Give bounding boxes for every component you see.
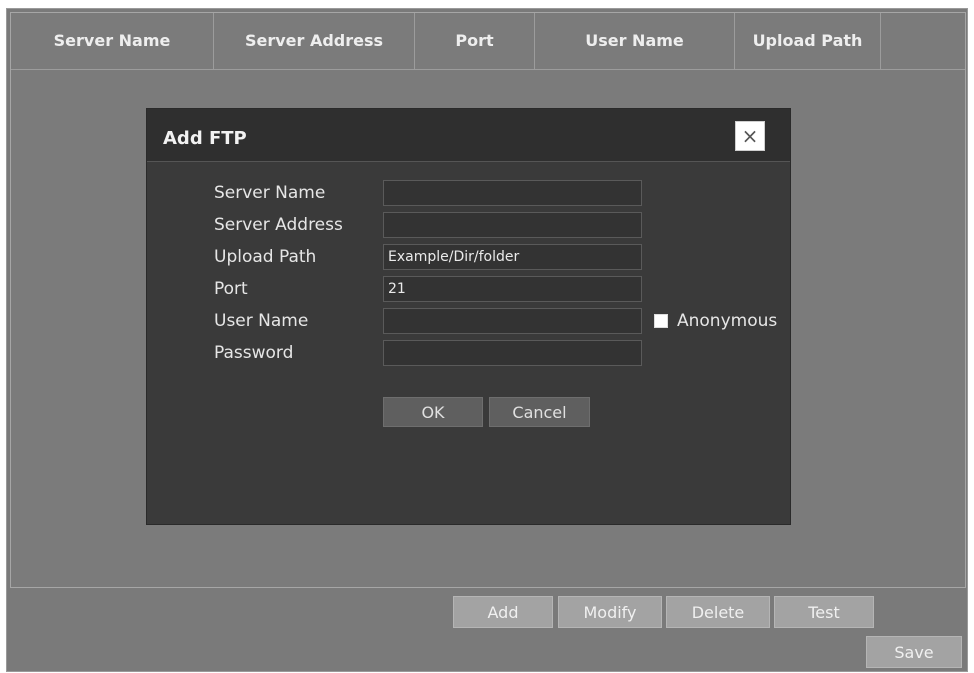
column-header-server-name: Server Name <box>11 13 214 69</box>
column-header-server-address: Server Address <box>214 13 415 69</box>
server-name-field[interactable] <box>383 180 642 206</box>
column-header-empty <box>881 13 965 69</box>
table-header: Server Name Server Address Port User Nam… <box>11 13 965 70</box>
toolbar: Add Modify Delete Test Save <box>10 590 966 670</box>
upload-path-label: Upload Path <box>214 247 317 267</box>
column-header-port: Port <box>415 13 535 69</box>
password-label: Password <box>214 343 294 363</box>
column-header-user-name: User Name <box>535 13 735 69</box>
port-label: Port <box>214 279 248 299</box>
dialog-header: Add FTP × <box>147 109 790 162</box>
dialog-title: Add FTP <box>163 128 247 149</box>
port-field[interactable] <box>383 276 642 302</box>
add-button[interactable]: Add <box>453 596 553 628</box>
user-name-field[interactable] <box>383 308 642 334</box>
upload-path-field[interactable] <box>383 244 642 270</box>
delete-button[interactable]: Delete <box>666 596 770 628</box>
close-icon[interactable]: × <box>735 121 765 151</box>
add-ftp-dialog: Add FTP × Server Name Server Address Upl… <box>146 108 791 525</box>
server-name-label: Server Name <box>214 183 326 203</box>
server-address-field[interactable] <box>383 212 642 238</box>
save-button[interactable]: Save <box>866 636 962 668</box>
cancel-button[interactable]: Cancel <box>489 397 590 427</box>
test-button[interactable]: Test <box>774 596 874 628</box>
user-name-label: User Name <box>214 311 309 331</box>
password-field[interactable] <box>383 340 642 366</box>
column-header-upload-path: Upload Path <box>735 13 881 69</box>
anonymous-checkbox[interactable] <box>654 314 668 328</box>
modify-button[interactable]: Modify <box>558 596 662 628</box>
server-address-label: Server Address <box>214 215 343 235</box>
anonymous-label: Anonymous <box>677 311 778 331</box>
ok-button[interactable]: OK <box>383 397 483 427</box>
